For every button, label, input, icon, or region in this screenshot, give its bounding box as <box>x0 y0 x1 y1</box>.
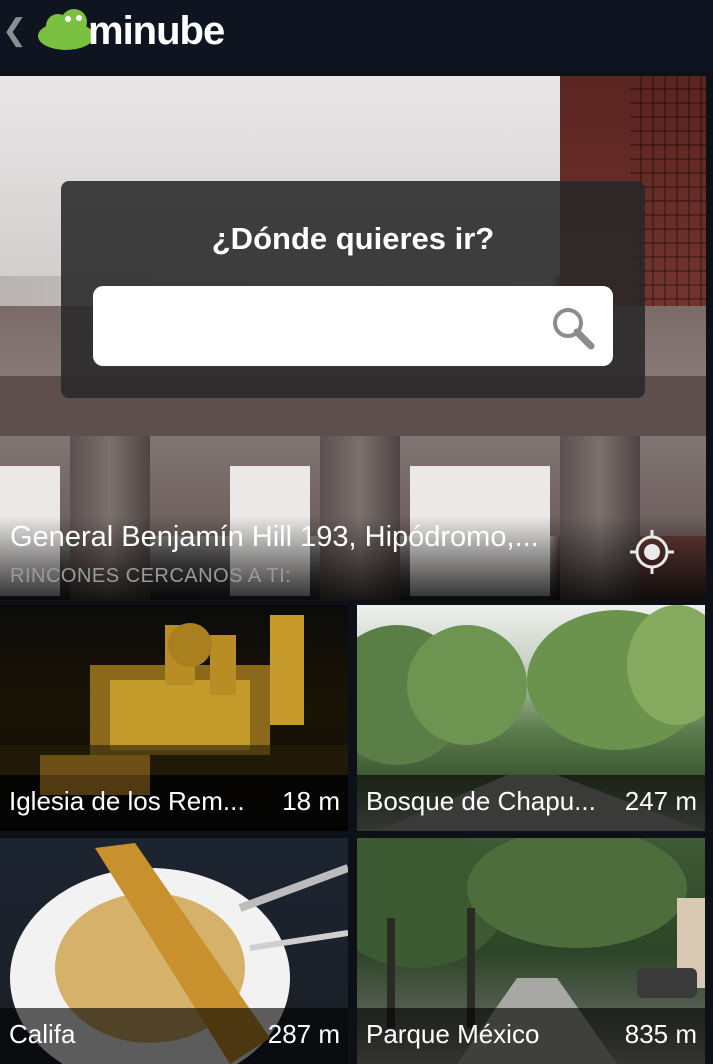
place-name: Parque México <box>366 1019 540 1049</box>
place-tile[interactable]: Califa 287 m <box>0 838 348 1064</box>
place-name: Iglesia de los Rem... <box>9 786 245 816</box>
place-tile[interactable]: Iglesia de los Rem... 18 m <box>0 605 348 831</box>
nearby-label: RINCONES CERCANOS A TI: <box>10 565 292 587</box>
current-address: General Benjamín Hill 193, Hipódromo,... <box>10 521 539 553</box>
search-card: ¿Dónde quieres ir? <box>61 181 645 398</box>
place-distance: 247 m <box>624 786 697 816</box>
place-distance: 287 m <box>267 1019 340 1049</box>
logo-text[interactable]: minube <box>88 7 225 55</box>
place-tile[interactable]: Bosque de Chapu... 247 m <box>357 605 705 831</box>
place-distance: 835 m <box>624 1019 697 1049</box>
top-bar: ❮ minube <box>0 0 713 72</box>
search-title: ¿Dónde quieres ir? <box>211 221 495 256</box>
place-name: Califa <box>9 1019 76 1049</box>
locate-icon[interactable] <box>628 528 676 576</box>
search-icon[interactable] <box>549 304 597 352</box>
place-name: Bosque de Chapu... <box>366 786 596 816</box>
place-tile[interactable]: Parque México 835 m <box>357 838 705 1064</box>
chevron-left-icon[interactable]: ❮ <box>2 14 27 48</box>
search-input[interactable] <box>93 286 613 366</box>
place-distance: 18 m <box>282 786 340 816</box>
